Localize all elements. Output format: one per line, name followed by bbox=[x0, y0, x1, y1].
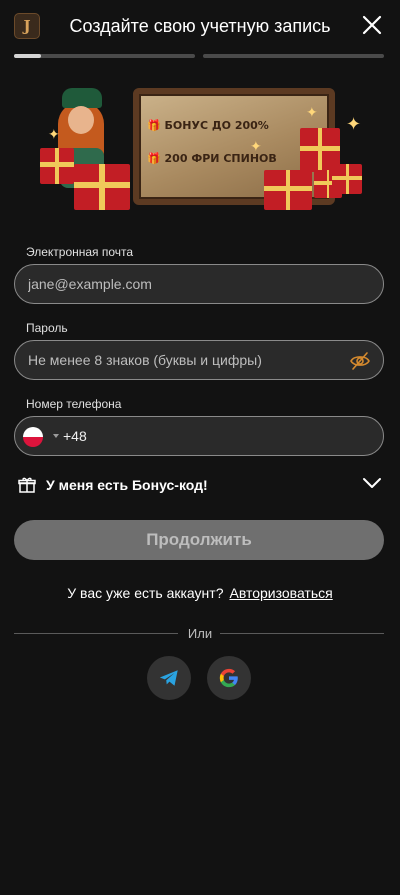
gift-box bbox=[332, 164, 362, 194]
email-field[interactable] bbox=[28, 265, 348, 303]
sparkle-icon: ✦ bbox=[250, 138, 262, 154]
gift-box bbox=[74, 164, 130, 210]
chevron-down-icon[interactable] bbox=[362, 476, 382, 490]
telegram-icon bbox=[159, 670, 178, 686]
phone-country-code: +48 bbox=[63, 428, 87, 444]
continue-button[interactable]: Продолжить bbox=[14, 520, 384, 560]
character-hat bbox=[62, 88, 102, 108]
gift-box bbox=[40, 148, 74, 184]
phone-label: Номер телефона bbox=[26, 397, 122, 411]
sparkle-icon: ✦ bbox=[346, 114, 362, 134]
password-field[interactable] bbox=[28, 341, 348, 379]
progress-step-1-fill bbox=[14, 54, 42, 58]
poland-flag-icon[interactable] bbox=[23, 427, 43, 447]
google-icon bbox=[219, 668, 238, 688]
eye-off-icon[interactable] bbox=[349, 350, 371, 372]
promo-banner: 🎁 БОНУС ДО 200% 🎁 200 ФРИ СПИНОВ ✦ ✦ ✦ ✦ bbox=[38, 78, 362, 216]
google-login-button[interactable] bbox=[207, 656, 251, 700]
character-face bbox=[68, 106, 94, 134]
login-prompt: У вас уже есть аккаунт? Авторизоваться bbox=[0, 585, 400, 601]
sparkle-icon: ✦ bbox=[306, 104, 318, 120]
promo-line-1: 🎁 БОНУС ДО 200% bbox=[147, 119, 269, 132]
gift-box bbox=[264, 170, 312, 210]
bonus-code-label: У меня есть Бонус-код! bbox=[46, 477, 208, 493]
progress-step-1 bbox=[14, 54, 195, 58]
login-prompt-text: У вас уже есть аккаунт? bbox=[67, 585, 224, 601]
country-dropdown-icon[interactable] bbox=[53, 434, 59, 438]
email-field-wrapper bbox=[14, 264, 384, 304]
progress-step-2 bbox=[203, 54, 384, 58]
gift-icon bbox=[18, 477, 36, 493]
header: J Создайте свою учетную запись bbox=[0, 0, 400, 52]
password-field-wrapper bbox=[14, 340, 384, 380]
gift-icon: 🎁 bbox=[147, 119, 165, 132]
close-icon[interactable] bbox=[361, 14, 383, 36]
password-label: Пароль bbox=[26, 321, 68, 335]
sparkle-icon: ✦ bbox=[48, 126, 60, 142]
bonus-code-toggle[interactable]: У меня есть Бонус-код! bbox=[18, 474, 384, 496]
page-title: Создайте свою учетную запись bbox=[69, 16, 331, 36]
telegram-login-button[interactable] bbox=[147, 656, 191, 700]
login-link[interactable]: Авторизоваться bbox=[230, 585, 333, 601]
divider-right bbox=[220, 633, 384, 634]
gift-icon: 🎁 bbox=[147, 152, 165, 165]
phone-field[interactable]: +48 bbox=[14, 416, 384, 456]
email-label: Электронная почта bbox=[26, 245, 134, 259]
